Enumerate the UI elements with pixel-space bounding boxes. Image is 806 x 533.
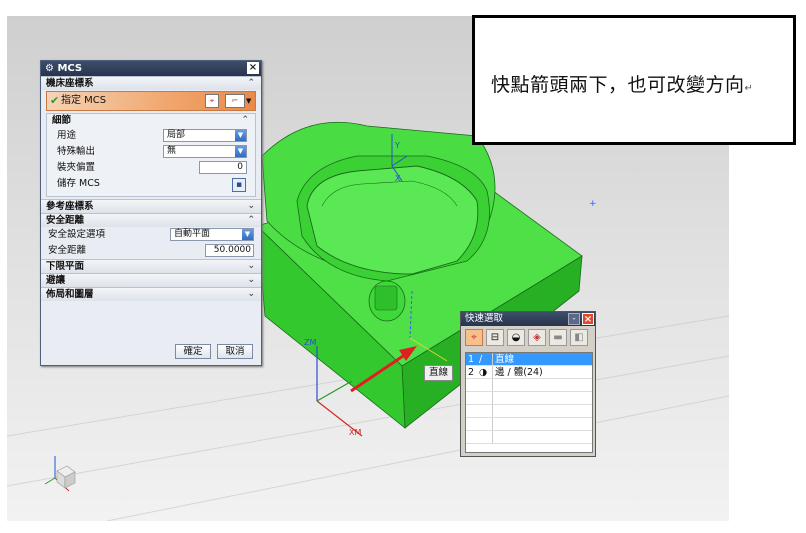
list-item-label: 邊 / 體(24) (495, 367, 543, 378)
purpose-select[interactable]: 局部 ▼ (163, 129, 247, 142)
empty-row (466, 379, 592, 392)
chevron-up-icon: ⌃ (241, 115, 249, 125)
csys-type-icon[interactable]: ⌐ (225, 94, 245, 108)
mcs-title: MCS (57, 63, 83, 74)
close-button[interactable]: × (247, 62, 259, 74)
empty-row (466, 431, 592, 444)
mcs-dialog: ⚙ MCS × 機床座標系 ⌃ ✔ 指定 MCS ⌖ ⌐ ▼ 細節 ⌃ 用途 局… (40, 60, 262, 366)
dropdown-arrow-icon: ▼ (235, 146, 246, 157)
quick-pick-dialog: 快速選取 - × ⌖ ⊟ ◒ ◈ ▬ ◧ 1 / 直線 2 ◑ 邊 / 體(24… (460, 311, 596, 457)
purpose-label: 用途 (57, 130, 77, 141)
line-icon: / (479, 354, 483, 365)
details-group: 細節 ⌃ 用途 局部 ▼ 特殊輸出 無 ▼ 裝夾偏置 0 儲存 MCS ▪ (46, 113, 256, 197)
specify-mcs-label: 指定 MCS (61, 95, 107, 106)
purpose-row: 用途 局部 ▼ (47, 128, 255, 144)
chevron-down-icon: ⌄ (247, 275, 255, 285)
check-icon: ✔ (50, 94, 60, 107)
chevron-down-icon: ⌄ (247, 261, 255, 271)
svg-text:+: + (589, 199, 597, 209)
fixture-offset-row: 裝夾偏置 0 (47, 160, 255, 176)
gear-icon: ⚙ (45, 63, 58, 74)
dropdown-arrow-icon: ▼ (242, 229, 253, 240)
all-objects-filter-icon[interactable]: ⌖ (465, 329, 483, 346)
chevron-up-icon: ⌃ (247, 215, 255, 225)
quick-pick-list[interactable]: 1 / 直線 2 ◑ 邊 / 體(24) (465, 352, 593, 453)
callout-text: 快點箭頭兩下，也可改變方向↵ (491, 70, 753, 97)
section-avoidance-label: 避讓 (46, 275, 66, 286)
body-filter-icon[interactable]: ◒ (507, 329, 525, 346)
cancel-button[interactable]: 取消 (217, 344, 253, 359)
clearance-option-select[interactable]: 自動平面 ▼ (170, 228, 254, 241)
section-machine-csys[interactable]: 機床座標系 ⌃ (41, 76, 261, 90)
component-filter-icon[interactable]: ◧ (570, 329, 588, 346)
specify-mcs-row[interactable]: ✔ 指定 MCS ⌖ ⌐ ▼ (46, 91, 256, 111)
ok-button[interactable]: 確定 (175, 344, 211, 359)
fixture-offset-input[interactable]: 0 (199, 161, 247, 174)
callout-message: 快點箭頭兩下，也可改變方向 (491, 74, 745, 96)
section-avoidance[interactable]: 避讓 ⌄ (41, 273, 261, 287)
list-item[interactable]: 1 / 直線 (466, 353, 592, 366)
clearance-distance-row: 安全距離 50.0000 (41, 243, 261, 259)
save-mcs-label: 儲存 MCS (57, 178, 100, 189)
details-title: 細節 (52, 115, 72, 126)
clearance-option-row: 安全設定選項 自動平面 ▼ (41, 227, 261, 243)
clearance-distance-label: 安全距離 (48, 245, 87, 256)
body-icon: ◑ (479, 367, 488, 378)
empty-row (466, 405, 592, 418)
section-machine-csys-label: 機床座標系 (46, 78, 94, 89)
special-output-label: 特殊輸出 (57, 146, 96, 157)
feature-filter-icon[interactable]: ▬ (549, 329, 567, 346)
clearance-distance-input[interactable]: 50.0000 (205, 244, 254, 257)
mcs-titlebar[interactable]: ⚙ MCS × (41, 61, 261, 76)
list-item[interactable]: 2 ◑ 邊 / 體(24) (466, 366, 592, 379)
clearance-option-label: 安全設定選項 (48, 229, 106, 240)
quick-pick-toolbar: ⌖ ⊟ ◒ ◈ ▬ ◧ (461, 326, 595, 348)
preselect-tooltip: 直線 (424, 365, 454, 381)
section-lower-limit[interactable]: 下限平面 ⌄ (41, 259, 261, 273)
details-header[interactable]: 細節 ⌃ (47, 114, 255, 128)
list-item-number: 1 (468, 354, 475, 365)
callout-box: 快點箭頭兩下，也可改變方向↵ (472, 15, 796, 145)
special-output-row: 特殊輸出 無 ▼ (47, 144, 255, 160)
save-icon[interactable]: ▪ (232, 178, 246, 192)
xm-axis-label: XM (349, 428, 362, 437)
wcs-x-label: X (395, 174, 401, 183)
quick-pick-titlebar[interactable]: 快速選取 - × (461, 312, 595, 326)
chevron-up-icon: ⌃ (247, 78, 255, 88)
fixture-offset-label: 裝夾偏置 (57, 162, 96, 173)
csys-dialog-icon[interactable]: ⌖ (205, 94, 219, 108)
list-item-number: 2 (468, 367, 475, 378)
section-layout-layer[interactable]: 佈局和圖層 ⌄ (41, 287, 261, 301)
chevron-down-icon: ⌄ (247, 289, 255, 299)
section-layout-layer-label: 佈局和圖層 (46, 289, 94, 300)
paragraph-mark: ↵ (744, 83, 754, 94)
section-clearance-label: 安全距離 (46, 215, 85, 226)
special-output-select[interactable]: 無 ▼ (163, 145, 247, 158)
section-reference-csys-label: 參考座標系 (46, 201, 94, 212)
quick-pick-title: 快速選取 (465, 313, 504, 324)
chevron-down-icon[interactable]: ▼ (246, 94, 254, 108)
list-item-label: 直線 (495, 354, 515, 365)
section-lower-limit-label: 下限平面 (46, 261, 85, 272)
edge-filter-icon[interactable]: ⊟ (486, 329, 504, 346)
section-reference-csys[interactable]: 參考座標系 ⌄ (41, 199, 261, 213)
empty-row (466, 418, 592, 431)
section-clearance[interactable]: 安全距離 ⌃ (41, 213, 261, 227)
purpose-value: 局部 (167, 130, 186, 140)
special-output-value: 無 (167, 146, 177, 156)
wcs-y-label: Y (395, 141, 400, 150)
dropdown-arrow-icon: ▼ (235, 130, 246, 141)
clearance-option-value: 自動平面 (174, 229, 211, 239)
close-button[interactable]: × (582, 313, 594, 325)
chevron-down-icon: ⌄ (247, 201, 255, 211)
save-mcs-row: 儲存 MCS ▪ (47, 176, 255, 196)
minimize-button[interactable]: - (568, 313, 580, 325)
face-filter-icon[interactable]: ◈ (528, 329, 546, 346)
zm-axis-label: ZM (304, 338, 317, 347)
empty-row (466, 392, 592, 405)
